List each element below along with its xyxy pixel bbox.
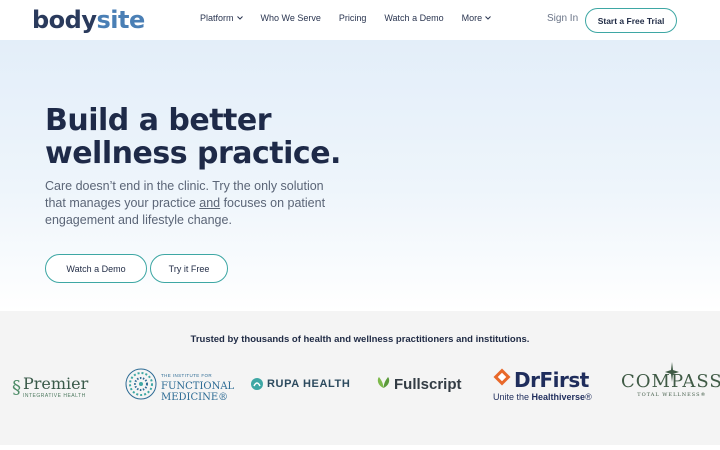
hero-title: Build a better wellness practice.: [45, 103, 341, 171]
trusted-heading: Trusted by thousands of health and welln…: [190, 334, 530, 345]
drfirst-tagline: Unite the Healthiverse®: [493, 392, 592, 402]
nav-item-label: More: [461, 13, 483, 23]
premier-logo: § Premier INTEGRATIVE HEALTH: [12, 374, 89, 400]
ifm-line1: FUNCTIONAL: [161, 381, 235, 392]
compass-logo: COMPASS TOTAL WELLNESS®: [621, 362, 720, 398]
premier-mark-icon: §: [12, 377, 21, 398]
rupa-mark-icon: [251, 378, 263, 390]
nav-item-platform[interactable]: Platform: [200, 13, 243, 23]
top-navigation: bodysite Platform Who We Serve Pricing W…: [0, 0, 720, 40]
compass-subtitle: TOTAL WELLNESS®: [637, 392, 707, 398]
watch-demo-button[interactable]: Watch a Demo: [45, 254, 147, 283]
nav-item-label: Platform: [200, 13, 234, 23]
logo-body-text: body: [32, 6, 97, 34]
nav-item-watch-a-demo[interactable]: Watch a Demo: [384, 13, 443, 23]
ifm-text: THE INSTITUTE FOR FUNCTIONAL MEDICINE®: [161, 370, 234, 403]
ifm-emblem-icon: [125, 368, 157, 405]
nav-item-who-we-serve[interactable]: Who We Serve: [261, 13, 321, 23]
premier-text: Premier INTEGRATIVE HEALTH: [23, 374, 89, 400]
chevron-down-icon: [236, 15, 243, 22]
rupa-text: RUPA HEALTH: [267, 378, 351, 390]
try-it-free-button[interactable]: Try it Free: [150, 254, 228, 283]
hero-section: Build a better wellness practice. Care d…: [0, 40, 720, 311]
premier-name: Premier: [23, 374, 89, 393]
premier-subtitle: INTEGRATIVE HEALTH: [23, 393, 86, 399]
start-free-trial-button[interactable]: Start a Free Trial: [585, 8, 677, 33]
nav-item-label: Who We Serve: [260, 13, 321, 23]
rupa-health-logo: RUPA HEALTH: [251, 378, 350, 390]
nav-item-more[interactable]: More: [462, 13, 492, 23]
ifm-logo: THE INSTITUTE FOR FUNCTIONAL MEDICINE®: [125, 368, 234, 405]
drfirst-top: DrFirst: [493, 368, 589, 391]
nav-links: Platform Who We Serve Pricing Watch a De…: [200, 13, 491, 23]
drfirst-diamond-icon: [493, 368, 511, 391]
partner-logos: § Premier INTEGRATIVE HEALTH THE INSTITU…: [0, 362, 720, 411]
drfirst-tagline-suffix: ®: [585, 392, 592, 402]
hero-description-underlined: and: [199, 196, 221, 210]
fullscript-text: Fullscript: [394, 376, 462, 393]
bodysite-logo[interactable]: bodysite: [32, 6, 145, 34]
fullscript-logo: Fullscript: [376, 376, 462, 393]
ifm-line2: MEDICINE®: [161, 392, 229, 403]
nav-item-pricing[interactable]: Pricing: [339, 13, 367, 23]
fullscript-leaf-icon: [376, 376, 391, 393]
nav-item-label: Watch a Demo: [384, 13, 444, 23]
drfirst-name: DrFirst: [514, 367, 589, 392]
drfirst-tagline-bold: Healthiverse: [531, 392, 586, 402]
chevron-down-icon: [485, 15, 491, 22]
drfirst-tagline-prefix: Unite the: [493, 392, 532, 402]
ifm-small-text: THE INSTITUTE FOR: [161, 373, 213, 378]
logo-site-text: site: [96, 6, 146, 34]
logo-wordmark: bodysite: [32, 6, 145, 34]
drfirst-logo: DrFirst Unite the Healthiverse®: [493, 368, 592, 402]
sign-in-link[interactable]: Sign In: [547, 13, 578, 24]
hero-description: Care doesn’t end in the clinic. Try the …: [45, 178, 345, 229]
compass-star-icon: [665, 362, 679, 387]
nav-item-label: Pricing: [338, 13, 367, 23]
trusted-by-section: Trusted by thousands of health and welln…: [0, 311, 720, 445]
